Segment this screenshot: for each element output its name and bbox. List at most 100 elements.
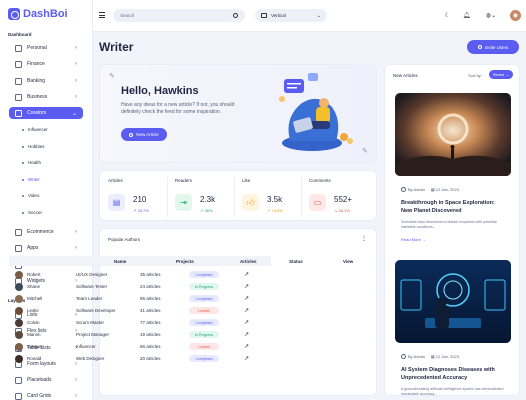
chevron-down-icon: ⌄ [316,12,321,19]
user-icon [401,187,406,193]
bell-icon[interactable]: 🔔︎ [461,10,472,21]
stats-card: Articles ▤ 210 ↗ 25.7% Readers ⇥ 2.3k ↗ … [99,170,377,221]
table-row: Ronald Web Designer 20 articles Completed ↗ [9,354,271,365]
avatar [15,343,23,351]
sidebar-item-apps[interactable]: Apps › [9,242,83,254]
edit-square-icon: ✎ [362,148,368,155]
author-project: Team Leader [76,296,103,301]
invite-users-button[interactable]: Invite Users [467,40,519,54]
hello-title: Hello, Hawkins [121,85,199,97]
avatar [15,331,23,339]
author-name: Leslie [27,308,39,313]
author-project: Software Developer [76,308,116,313]
sidebar-item-finance[interactable]: Finance › [9,58,83,70]
external-link-icon[interactable]: ↗ [244,355,249,362]
author-project: Web Designer [76,356,105,361]
more-icon[interactable]: ⋮ [361,235,367,242]
sort-label: Sort by: [468,73,482,78]
sidebar-item-label: Banking [27,78,46,84]
article-date: 12 Jan, 2023 [435,187,459,193]
stat-delta: ↗ 36% [200,208,213,213]
external-link-icon[interactable]: ↗ [244,319,249,326]
read-more-link[interactable]: Read More → [401,237,426,242]
author-project: Project Manager [76,332,110,337]
briefcase-icon [15,93,22,101]
avatar [15,271,23,279]
external-link-icon[interactable]: ↗ [244,295,249,302]
external-link-icon[interactable]: ↗ [244,331,249,338]
table-row: Gregory Influencer 66 articles Locked ↗ [9,342,271,353]
sidebar-subitem-video[interactable]: Video [22,193,39,198]
new-article-button[interactable]: New Article [121,128,167,141]
logo[interactable]: DashBoi [8,6,68,22]
author-project: Software Tester [76,284,108,289]
table-row: Leslie Software Developer 41 articles Locke… [9,306,271,317]
stat-value: 3.5k [267,195,283,204]
author-articles: 35 articles [140,272,161,277]
sidebar-subitem-soccer[interactable]: Soccer [22,210,42,215]
external-link-icon[interactable]: ↗ [244,271,249,278]
sidebar-subitem-hobbies[interactable]: Hobbies [22,144,45,149]
search-input[interactable]: Search [113,9,245,22]
sidebar-item-banking[interactable]: Banking › [9,75,83,87]
article-image-space[interactable] [395,93,511,176]
sidebar-item-business[interactable]: Business › [9,91,83,103]
sidebar-item-ecommerce[interactable]: Ecommerce › [9,226,83,238]
external-link-icon[interactable]: ↗ [244,343,249,350]
article-title[interactable]: Breakthrough in Space Exploration: New P… [401,199,507,215]
stat-articles: Articles ▤ 210 ↗ 25.7% [100,171,167,222]
author-project: UI/UX Designer [76,272,108,277]
sidebar-item-label: Placeloads [27,377,52,383]
sidebar-subitem-health[interactable]: Health [22,160,41,165]
author-articles: 24 articles [140,284,161,289]
menu-icon[interactable] [99,12,105,18]
author-name: Colvin [27,320,40,325]
stat-value: 552+ [334,195,353,204]
chevron-right-icon: › [75,229,77,235]
sidebar-item-label: Personal [27,45,47,51]
sidebar-item-creators[interactable]: Creators ⌄ [9,107,83,119]
user-icon [15,44,22,52]
author-articles: 77 articles [140,320,161,325]
sidebar-subitem-writer[interactable]: Writer [22,177,40,182]
author-name: Gregory [27,344,44,349]
avatar [15,355,23,363]
sidebar-subitem-influencer[interactable]: Influencer [22,127,48,132]
sidebar-item-personal[interactable]: Personal › [9,42,83,54]
article-title[interactable]: AI System Diagnoses Diseases with Unprec… [401,366,507,382]
article-image-ai[interactable] [395,260,511,343]
article-meta: By Admin ▦ 12 Jan, 2023 [401,187,459,193]
top-header: Search Vertical ⌄ ☾ 🔔︎ ◍⌄ ◉ [93,0,526,32]
layout-value: Vertical [271,13,286,18]
stat-comments: Comments ▭ 552+ ↘ 34.1% [301,171,368,222]
external-link-icon[interactable]: ↗ [244,307,249,314]
sidebar-item-label: Finance [27,61,45,67]
avatar[interactable]: ◉ [510,10,521,21]
status-badge: Locked [189,343,219,350]
article-author: By Admin [408,354,425,359]
sidebar-item-placeloads[interactable]: Placeloads › [9,374,83,386]
table-header [9,256,271,266]
cart-icon [15,228,22,236]
page-title: Writer [99,40,134,54]
finance-icon [15,60,22,68]
new-articles-title: New Articles [393,73,418,78]
stat-readers: Readers ⇥ 2.3k ↗ 36% [167,171,234,222]
external-link-icon[interactable]: ↗ [244,283,249,290]
chevron-down-icon: ⌄ [71,110,77,117]
sort-select[interactable]: Recent ⌄ [489,70,513,79]
language-icon[interactable]: ◍⌄ [483,10,499,21]
user-plus-icon [477,45,482,49]
grid-icon [15,392,22,400]
table-row: Colvin Scrum Master 77 articles Completed ↗ [9,318,271,329]
moon-icon[interactable]: ☾ [442,10,453,21]
author-name: Ronald [27,356,42,361]
avatar [15,307,23,315]
chevron-right-icon: › [75,78,77,84]
chevron-right-icon: › [75,377,77,383]
layout-select[interactable]: Vertical ⌄ [255,9,327,22]
article-meta: By Admin ▦ 12 Jan, 2023 [401,354,459,360]
author-name: Mitchell [27,296,43,301]
status-badge: Completed [189,295,219,302]
sidebar-item-card-grids[interactable]: Card Grids › [9,390,83,400]
